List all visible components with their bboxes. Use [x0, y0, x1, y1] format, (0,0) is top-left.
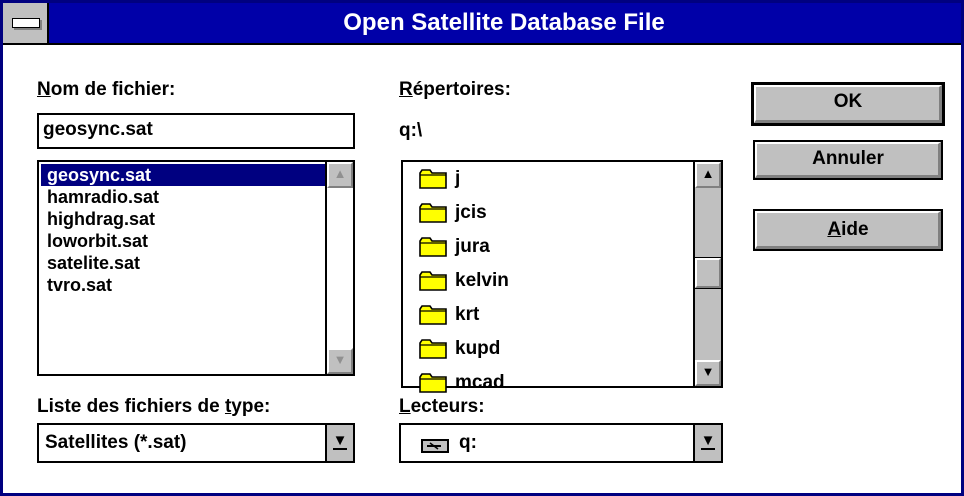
ok-label: OK	[833, 91, 863, 112]
file-list[interactable]: geosync.sat hamradio.sat highdrag.sat lowor…	[37, 160, 355, 376]
directory-name: j	[455, 168, 461, 189]
title-bar[interactable]: Open Satellite Database File	[3, 3, 961, 45]
folder-icon	[419, 339, 447, 359]
directory-list-item[interactable]: jura	[405, 230, 693, 264]
drives-label: Lecteurs:	[399, 396, 485, 417]
folder-icon	[419, 203, 447, 223]
directory-list-item[interactable]: krt	[405, 298, 693, 332]
folder-icon	[419, 373, 447, 393]
file-list-item[interactable]: highdrag.sat	[41, 208, 325, 230]
folder-icon	[419, 169, 447, 189]
scroll-down-icon[interactable]: ▼	[327, 348, 353, 374]
file-list-item[interactable]: loworbit.sat	[41, 230, 325, 252]
directory-list[interactable]: j jcis jura kelvin krt kupd mcad ▲ ▼	[401, 160, 723, 393]
directory-list-scrollbar[interactable]: ▲ ▼	[693, 162, 722, 386]
directory-list-item[interactable]: kupd	[405, 332, 693, 366]
network-drive-icon	[421, 437, 449, 459]
scroll-up-icon[interactable]: ▲	[327, 162, 353, 188]
ok-button[interactable]: OK	[751, 82, 945, 126]
cancel-label: Annuler	[812, 148, 884, 169]
directory-list-item[interactable]: mcad	[405, 366, 693, 400]
folder-icon	[419, 271, 447, 291]
file-type-value: Satellites (*.sat)	[45, 432, 187, 453]
directory-name: kelvin	[455, 270, 509, 291]
directory-name: kupd	[455, 338, 501, 359]
dropdown-arrow-icon[interactable]: ▼	[325, 425, 353, 461]
file-list-item[interactable]: geosync.sat	[41, 164, 325, 186]
open-file-dialog: Open Satellite Database File Nom de fich…	[0, 0, 964, 496]
drives-combo[interactable]: q: ▼	[399, 423, 723, 463]
help-label: Aide	[827, 219, 869, 240]
file-type-label: Liste des fichiers de type:	[37, 396, 271, 417]
directory-list-item[interactable]: kelvin	[405, 264, 693, 298]
directory-list-item[interactable]: jcis	[405, 196, 693, 230]
file-list-item[interactable]: satelite.sat	[41, 252, 325, 274]
file-list-item[interactable]: tvro.sat	[41, 274, 325, 296]
folder-icon	[419, 305, 447, 325]
directories-label: Répertoires:	[399, 79, 511, 100]
scroll-up-icon[interactable]: ▲	[695, 162, 721, 188]
filename-label: Nom de fichier:	[37, 79, 176, 100]
scroll-down-icon[interactable]: ▼	[695, 360, 721, 386]
directory-name: mcad	[455, 372, 505, 393]
directory-list-item[interactable]: j	[405, 162, 693, 196]
cancel-button[interactable]: Annuler	[753, 140, 943, 180]
help-button[interactable]: Aide	[753, 209, 943, 251]
scroll-thumb[interactable]	[694, 257, 722, 289]
filename-input[interactable]: geosync.sat	[37, 113, 355, 149]
current-path: q:\	[399, 120, 423, 141]
system-menu-icon[interactable]	[3, 3, 49, 43]
directory-name: jura	[455, 236, 490, 257]
file-list-scrollbar[interactable]: ▲ ▼	[325, 162, 353, 374]
folder-icon	[419, 237, 447, 257]
file-type-combo[interactable]: Satellites (*.sat) ▼	[37, 423, 355, 463]
file-list-item[interactable]: hamradio.sat	[41, 186, 325, 208]
dropdown-arrow-icon[interactable]: ▼	[693, 425, 721, 461]
drive-value: q:	[459, 432, 477, 453]
directory-name: jcis	[455, 202, 487, 223]
directory-name: krt	[455, 304, 480, 325]
filename-value: geosync.sat	[43, 119, 153, 140]
window-title: Open Satellite Database File	[343, 9, 665, 36]
